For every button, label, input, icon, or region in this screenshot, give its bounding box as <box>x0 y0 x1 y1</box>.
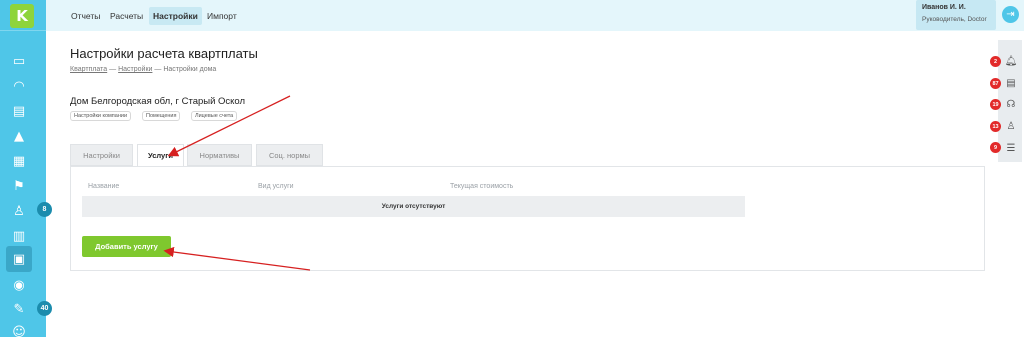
arrow-to-add-button <box>163 246 311 271</box>
arrow-to-services-tab <box>167 95 291 157</box>
annotation-arrows <box>163 95 311 271</box>
